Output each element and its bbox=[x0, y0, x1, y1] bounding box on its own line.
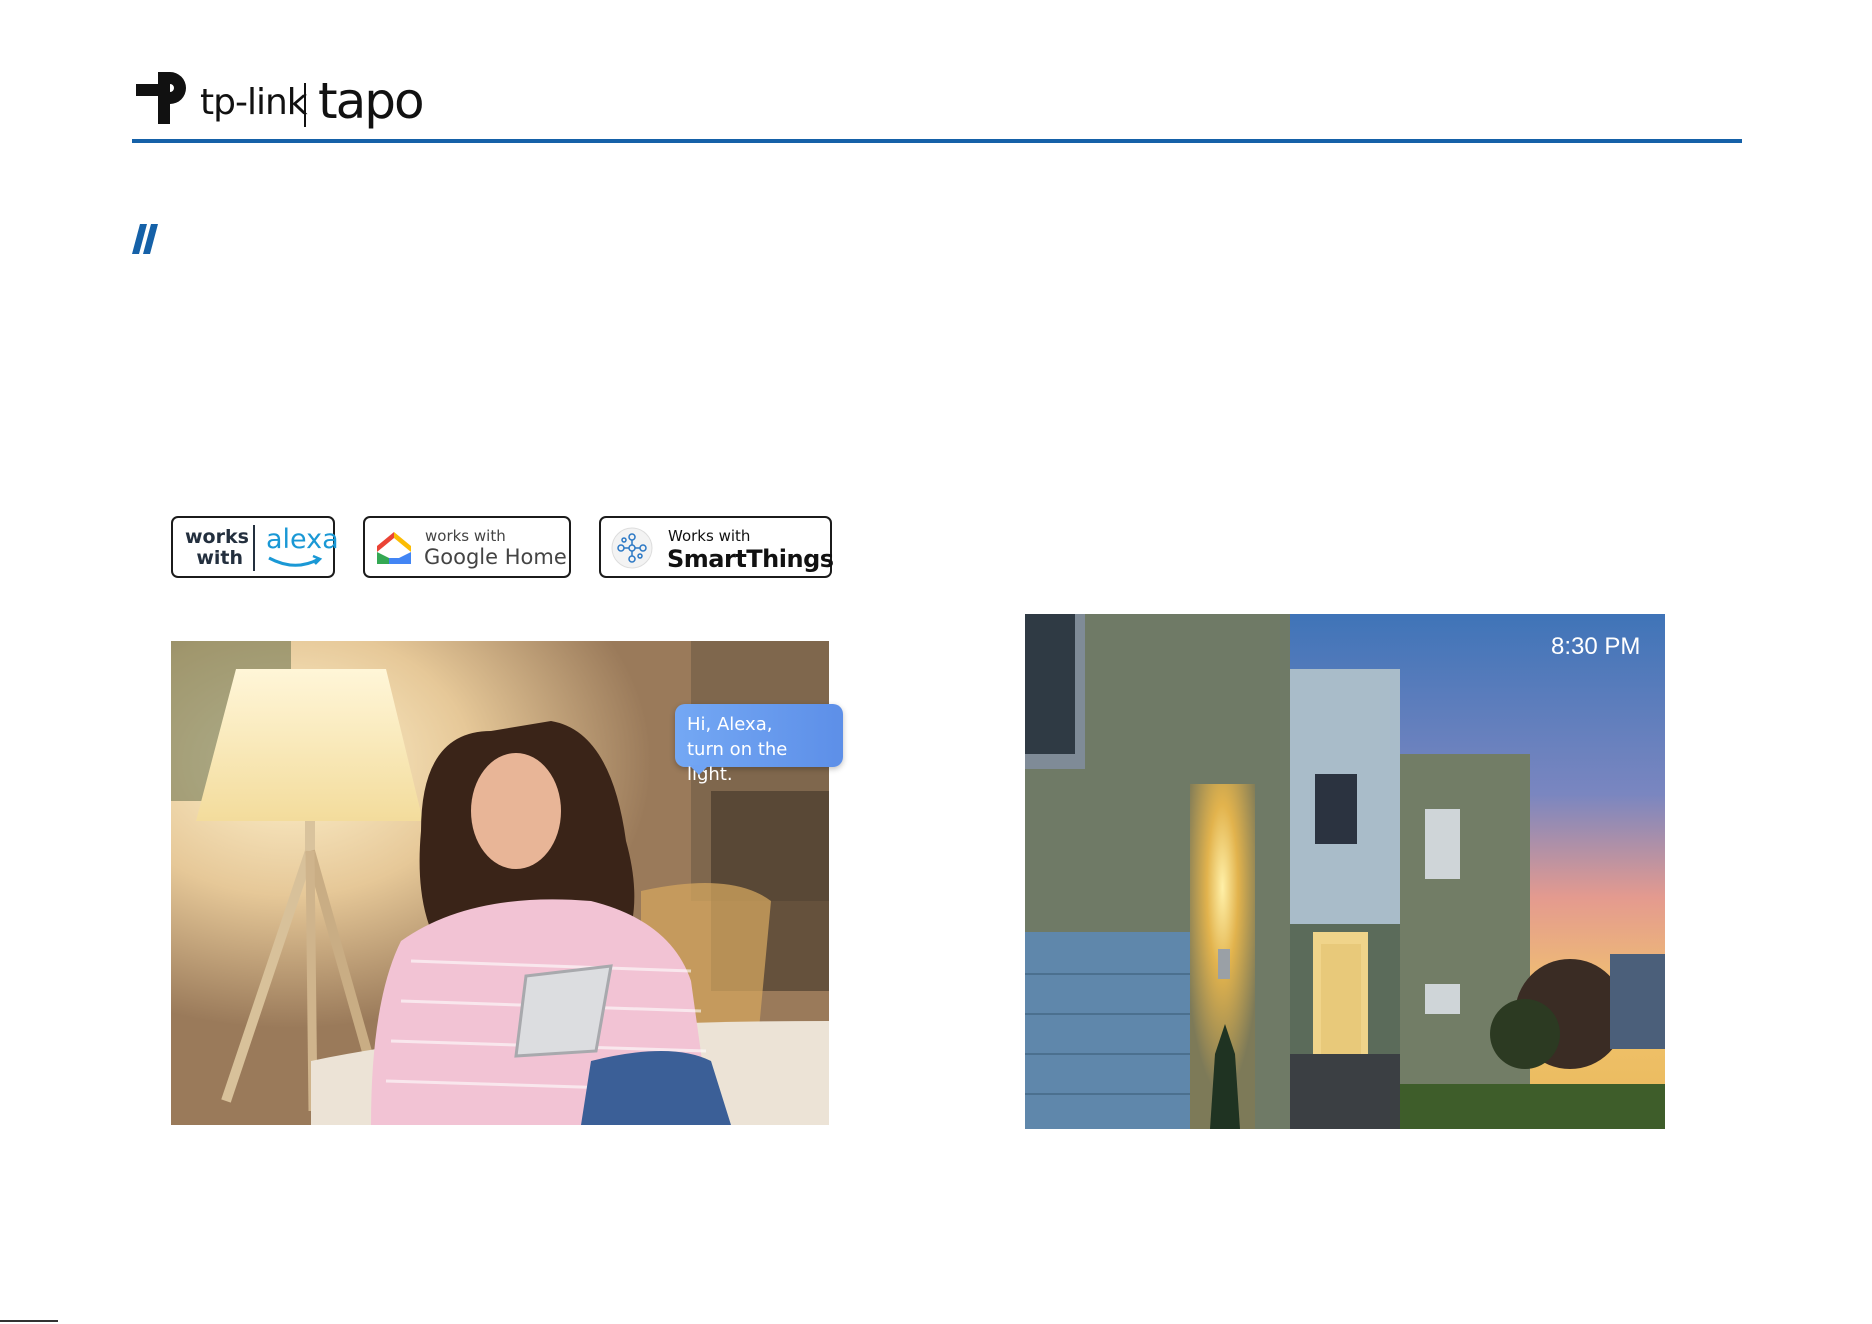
alexa-badge-divider bbox=[253, 525, 255, 571]
house-dusk-photo bbox=[1025, 614, 1665, 1129]
voice-command-bubble: Hi, Alexa, turn on the light. bbox=[675, 704, 843, 785]
brand-divider bbox=[304, 83, 306, 127]
bubble-tail bbox=[689, 765, 709, 775]
bubble-line2: turn on the light. bbox=[687, 739, 788, 785]
smartthings-wordmark: SmartThings bbox=[667, 545, 834, 573]
time-overlay-label: 8:30 PM bbox=[1551, 633, 1641, 660]
google-works-with-label: works with bbox=[425, 527, 506, 545]
smartthings-works-with-label: Works with bbox=[668, 527, 751, 545]
header-rule bbox=[132, 139, 1742, 143]
alexa-works-line2: with bbox=[196, 547, 243, 569]
brand-tapo-wordmark: tapo bbox=[318, 72, 425, 130]
brand-tplink-wordmark: tp-link bbox=[200, 82, 308, 123]
bubble-line1: Hi, Alexa, bbox=[687, 714, 773, 735]
alexa-wordmark: alexa bbox=[266, 524, 339, 555]
works-with-smartthings-badge: Works with SmartThings bbox=[599, 516, 834, 578]
alexa-works-with-label: works with bbox=[185, 526, 249, 569]
alexa-smile-icon bbox=[268, 554, 323, 567]
smartthings-icon bbox=[611, 527, 653, 569]
works-with-google-home-badge: works with Google Home bbox=[363, 516, 571, 578]
section-marker-icon bbox=[132, 224, 158, 254]
alexa-works-line1: works bbox=[185, 526, 249, 548]
works-with-alexa-badge: works with alexa bbox=[171, 516, 339, 578]
google-home-wordmark: Google Home bbox=[424, 545, 567, 569]
tp-link-logo-icon bbox=[136, 72, 186, 124]
google-home-icon bbox=[377, 532, 411, 564]
footer-rule bbox=[0, 1320, 58, 1322]
